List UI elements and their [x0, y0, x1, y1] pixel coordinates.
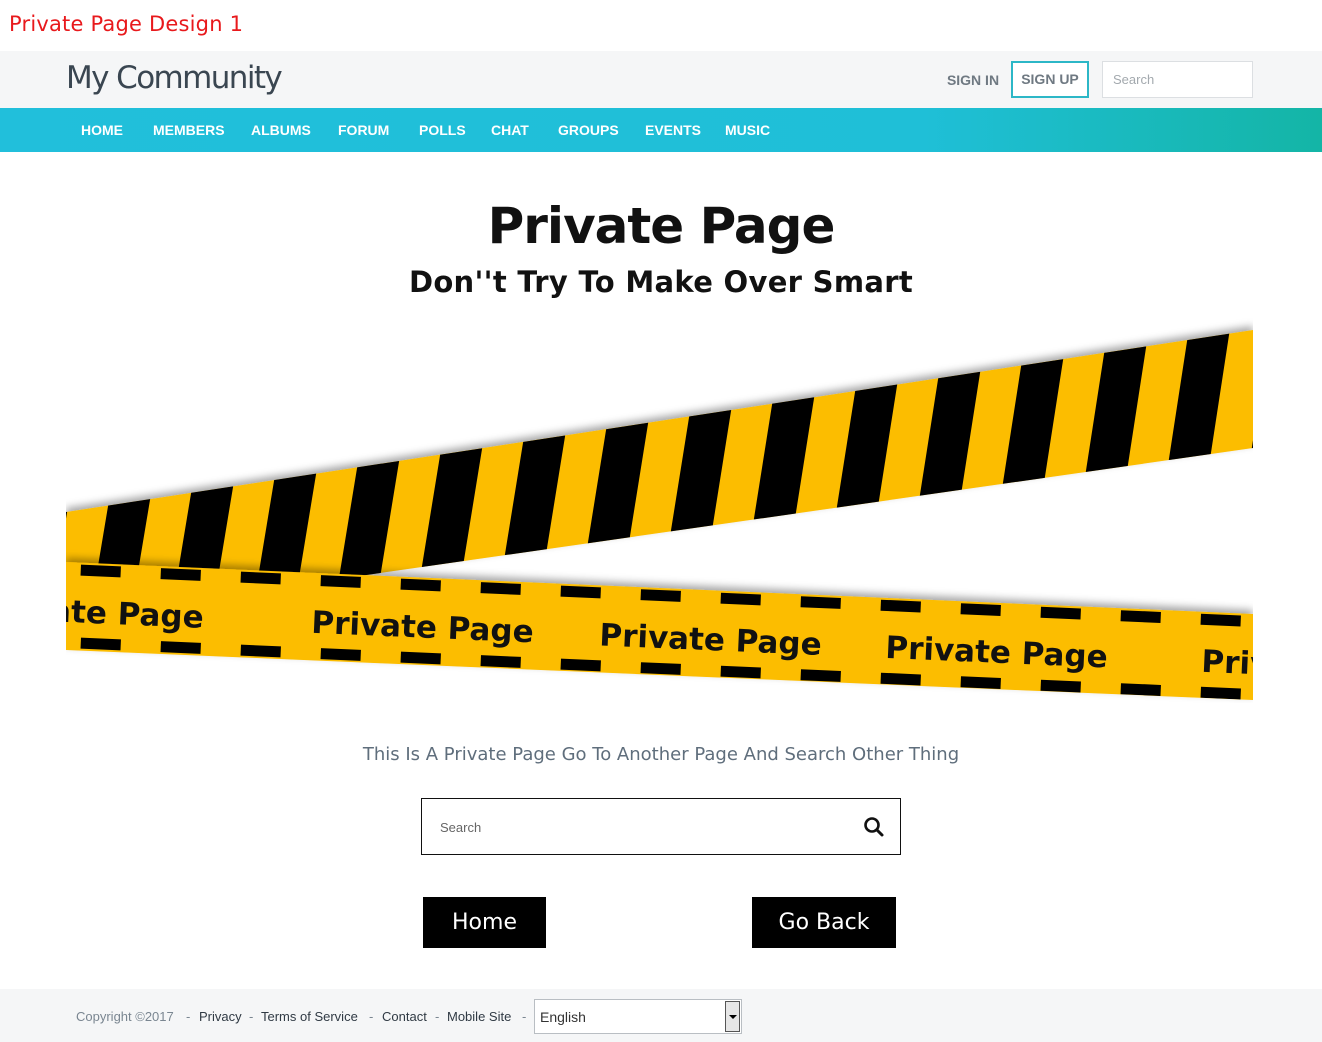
tape-top-dash — [480, 582, 521, 595]
footer-link-privacy[interactable]: Privacy — [199, 1009, 242, 1024]
footer-link-mobile-site[interactable]: Mobile Site — [447, 1009, 511, 1024]
tape-bottom-dash — [240, 644, 281, 658]
page-subtitle: Don''t Try To Make Over Smart — [408, 265, 914, 299]
copyright-text: Copyright ©2017 — [76, 1009, 174, 1024]
tape-bottom-dash — [1200, 686, 1241, 700]
main-nav: HOME MEMBERS ALBUMS FORUM POLLS CHAT GRO… — [0, 108, 1322, 152]
tape-top-dash — [960, 603, 1001, 616]
main-search-input[interactable] — [440, 813, 840, 841]
nav-item-music[interactable]: MUSIC — [725, 108, 770, 152]
footer-separator: - — [522, 1009, 527, 1024]
language-select[interactable]: English — [534, 999, 742, 1034]
tape-top-dash — [1040, 606, 1081, 620]
nav-item-albums[interactable]: ALBUMS — [251, 108, 311, 152]
tape-bottom-dash — [1040, 679, 1081, 693]
sign-up-button[interactable]: SIGN UP — [1011, 61, 1089, 98]
search-icon[interactable] — [862, 815, 886, 839]
page-caption: Private Page Design 1 — [9, 12, 244, 36]
footer: Copyright ©2017 - Privacy - Terms of Ser… — [0, 989, 1322, 1042]
tape-bottom-dash — [800, 669, 841, 682]
top-bar: My Community SIGN IN SIGN UP — [0, 51, 1322, 108]
tape-bottom-dash — [400, 651, 441, 665]
tape-top-dash — [800, 596, 841, 609]
tape-bottom-dash — [720, 665, 761, 679]
tape-top-dash — [400, 578, 441, 592]
footer-separator: - — [186, 1009, 191, 1024]
tape-top-dash — [560, 585, 601, 599]
footer-separator: - — [435, 1009, 440, 1024]
footer-link-terms[interactable]: Terms of Service — [261, 1009, 358, 1024]
tape-top-dash — [80, 564, 121, 578]
tape-top-dash — [160, 568, 201, 581]
nav-item-groups[interactable]: GROUPS — [558, 108, 619, 152]
caution-tape-illustration: Private Page Private Page Private Page Priv… — [66, 318, 1253, 703]
tape-bottom-dash — [480, 655, 521, 668]
nav-item-members[interactable]: MEMBERS — [153, 108, 225, 152]
go-back-button[interactable]: Go Back — [752, 897, 896, 948]
tape-top-dash — [1200, 613, 1241, 627]
sign-in-link[interactable]: SIGN IN — [937, 62, 1009, 98]
main-search-box — [421, 798, 901, 855]
header-search-input[interactable] — [1102, 61, 1253, 98]
tape-bottom-dash — [80, 637, 121, 651]
tape-bottom-dash — [1120, 683, 1161, 696]
home-button[interactable]: Home — [423, 897, 546, 948]
tape-top-dash — [720, 592, 761, 606]
nav-item-home[interactable]: HOME — [81, 108, 123, 152]
tape-top-dash — [240, 571, 281, 585]
tape-bottom-dash — [160, 641, 201, 654]
footer-link-contact[interactable]: Contact — [382, 1009, 427, 1024]
page-title: Private Page — [487, 197, 836, 255]
tape-top-dash — [880, 599, 921, 613]
tape-bottom-dash — [640, 662, 681, 675]
tape-top-dash — [320, 575, 361, 588]
nav-item-forum[interactable]: FORUM — [338, 108, 389, 152]
private-page-message: This Is A Private Page Go To Another Pag… — [362, 744, 960, 765]
nav-item-polls[interactable]: POLLS — [419, 108, 466, 152]
footer-separator: - — [249, 1009, 254, 1024]
tape-bottom-dash — [960, 676, 1001, 689]
tape-bottom-dash — [560, 658, 601, 672]
tape-bottom-dash — [880, 672, 921, 686]
language-value: English — [540, 1009, 586, 1025]
nav-item-chat[interactable]: CHAT — [491, 108, 529, 152]
site-logo[interactable]: My Community — [66, 60, 283, 96]
nav-item-events[interactable]: EVENTS — [645, 108, 701, 152]
tape-top-dash — [640, 589, 681, 602]
chevron-down-icon[interactable] — [725, 1001, 740, 1032]
tape-bottom-dash — [320, 648, 361, 661]
footer-separator: - — [369, 1009, 374, 1024]
tape-top-dash — [1120, 610, 1161, 623]
